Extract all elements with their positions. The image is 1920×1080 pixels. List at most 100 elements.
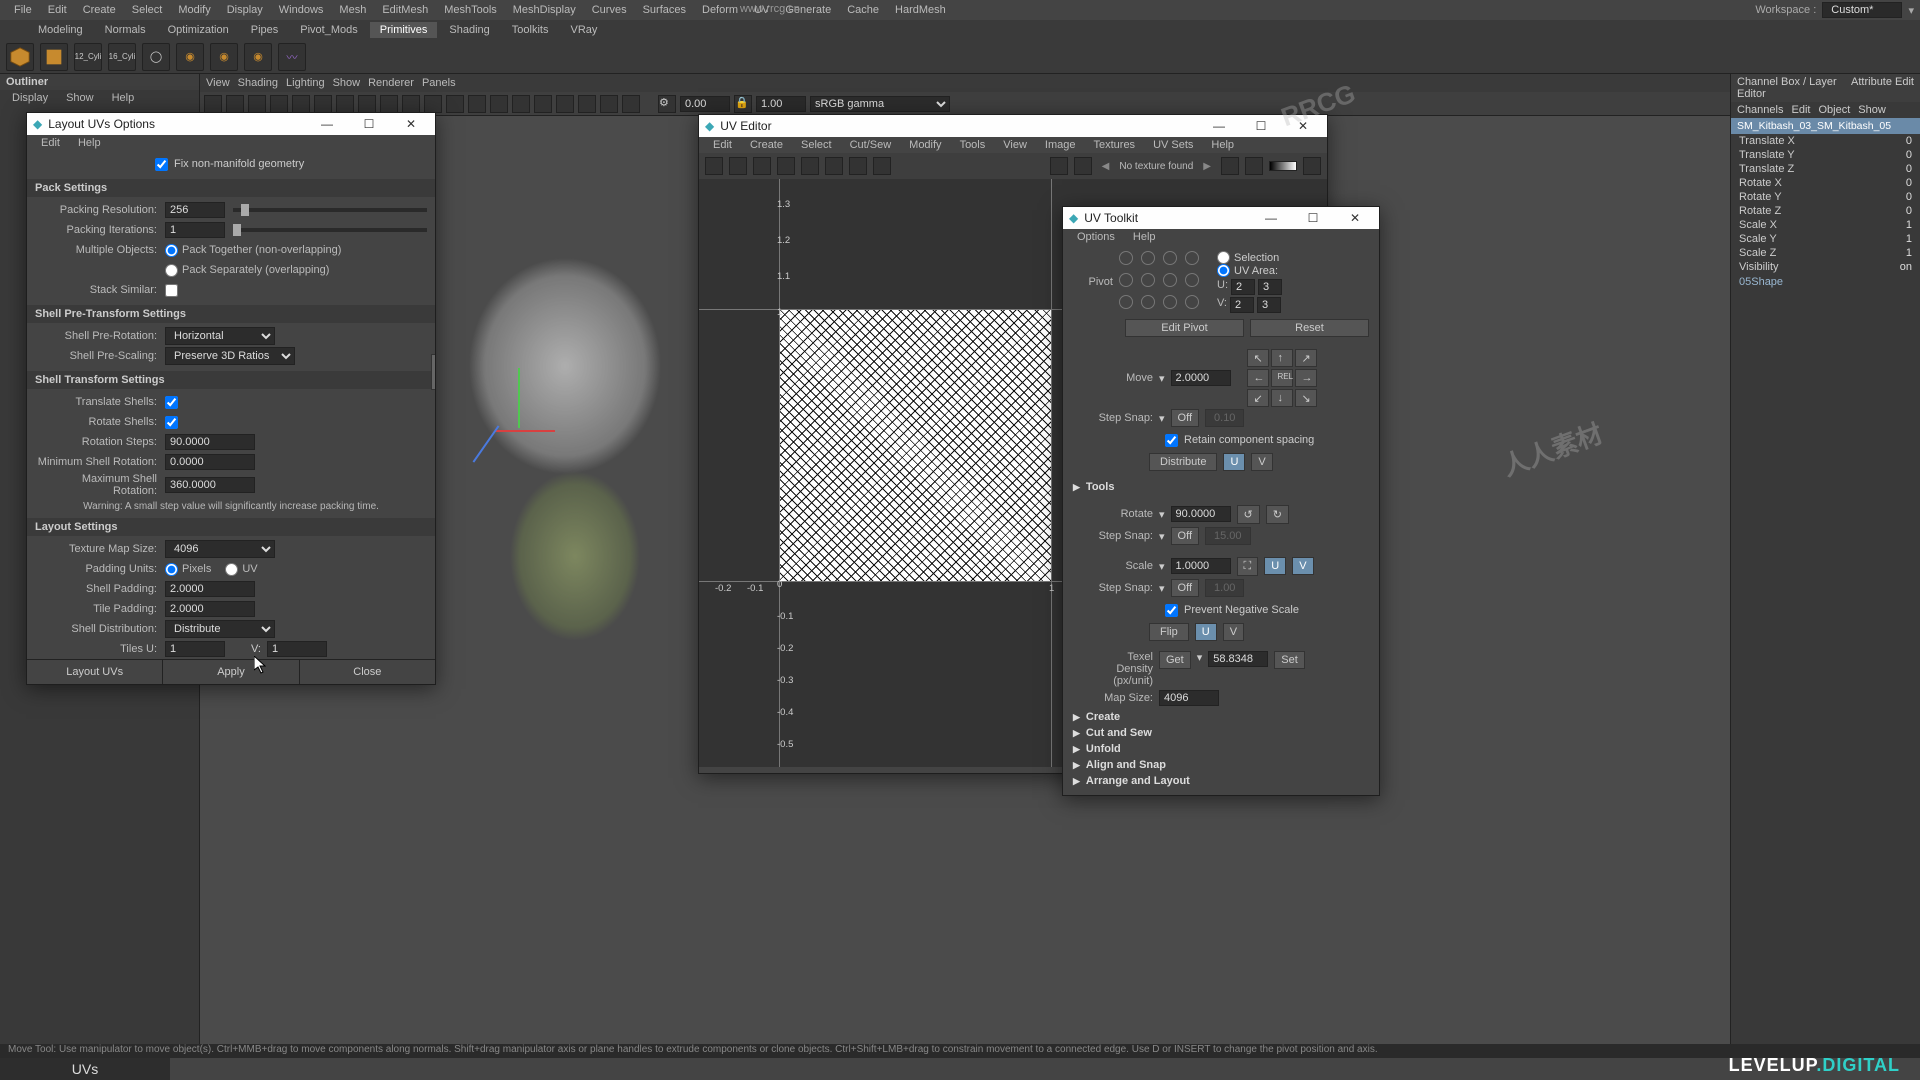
fix-nonmanifold-checkbox[interactable] <box>155 158 168 171</box>
move-se-button[interactable]: ↘ <box>1295 389 1317 407</box>
menu-meshtools[interactable]: MeshTools <box>436 4 505 16</box>
uv-menu-select[interactable]: Select <box>793 139 840 151</box>
attr-value[interactable]: 1 <box>1906 247 1912 259</box>
vp-tool-icon[interactable] <box>446 95 464 113</box>
close-button[interactable]: ✕ <box>1285 119 1321 133</box>
vp-tool-icon[interactable] <box>270 95 288 113</box>
scale-snap-off[interactable]: Off <box>1171 579 1199 597</box>
attr-value[interactable]: 1 <box>1906 233 1912 245</box>
distribute-u-button[interactable]: U <box>1223 453 1245 471</box>
sphere-a-icon[interactable]: ◯ <box>142 43 170 71</box>
min-shell-rot-input[interactable] <box>165 454 255 470</box>
move-e-button[interactable]: → <box>1295 369 1317 387</box>
menu-edit[interactable]: Edit <box>40 4 75 16</box>
step-snap-off[interactable]: Off <box>1171 409 1199 427</box>
close-button[interactable]: ✕ <box>1337 211 1373 225</box>
create-header[interactable]: Create <box>1086 711 1120 723</box>
chevron-down-icon[interactable]: ▾ <box>1159 412 1165 425</box>
max-shell-rot-input[interactable] <box>165 477 255 493</box>
uv-menu-uvsets[interactable]: UV Sets <box>1145 139 1201 151</box>
shelf-toolkits[interactable]: Toolkits <box>502 22 559 38</box>
expand-icon[interactable]: ▶ <box>1073 744 1080 755</box>
chevron-down-icon[interactable]: ▾ <box>1159 508 1165 521</box>
shell-dist-select[interactable]: Distribute <box>165 620 275 638</box>
attribute-editor-tab[interactable]: Attribute Edit <box>1851 76 1914 100</box>
uv-toolbar-icon[interactable] <box>777 157 795 175</box>
stack-similar-checkbox[interactable] <box>165 284 178 297</box>
menu-mesh[interactable]: Mesh <box>331 4 374 16</box>
rotate-value-input[interactable] <box>1171 506 1231 522</box>
shell-padding-input[interactable] <box>165 581 255 597</box>
vp-lock-icon[interactable]: 🔒 <box>734 95 752 113</box>
packing-iterations-input[interactable] <box>165 222 225 238</box>
uv-menu-image[interactable]: Image <box>1037 139 1084 151</box>
vp-tool-icon[interactable] <box>204 95 222 113</box>
minimize-button[interactable]: ― <box>1253 211 1289 225</box>
chevron-down-icon[interactable]: ▾ <box>1159 560 1165 573</box>
flip-u-button[interactable]: U <box>1195 623 1217 641</box>
packing-resolution-slider[interactable] <box>233 208 427 212</box>
uv-toolbar-icon[interactable] <box>753 157 771 175</box>
reset-button[interactable]: Reset <box>1250 319 1369 337</box>
uv-toolbar-icon[interactable] <box>825 157 843 175</box>
vp-menu-panels[interactable]: Panels <box>422 77 456 89</box>
menu-select[interactable]: Select <box>124 4 171 16</box>
distribute-v-button[interactable]: V <box>1251 453 1272 471</box>
close-button[interactable]: Close <box>300 660 435 684</box>
outliner-menu-help[interactable]: Help <box>104 92 143 104</box>
far-clip-input[interactable] <box>756 96 806 112</box>
translate-shells-checkbox[interactable] <box>165 396 178 409</box>
outliner-menu-display[interactable]: Display <box>4 92 56 104</box>
shelf-vray[interactable]: VRay <box>560 22 607 38</box>
maximize-button[interactable]: ☐ <box>1295 211 1331 225</box>
dlg-menu-edit[interactable]: Edit <box>33 137 68 149</box>
chevron-down-icon[interactable]: ▾ <box>1159 530 1165 543</box>
tile-padding-input[interactable] <box>165 601 255 617</box>
vp-menu-view[interactable]: View <box>206 77 230 89</box>
vp-tool-icon[interactable] <box>424 95 442 113</box>
vp-tool-icon[interactable] <box>578 95 596 113</box>
flip-button[interactable]: Flip <box>1149 623 1189 641</box>
rotate-ccw-button[interactable]: ↺ <box>1237 505 1260 524</box>
u-max-input[interactable] <box>1258 279 1282 295</box>
move-axis-x-icon[interactable] <box>495 430 555 432</box>
chevron-down-icon[interactable]: ▾ <box>1159 582 1165 595</box>
tiles-v-input[interactable] <box>267 641 327 657</box>
uv-menu-textures[interactable]: Textures <box>1085 139 1143 151</box>
layout-uvs-button[interactable]: Layout UVs <box>27 660 163 684</box>
chevron-down-icon[interactable]: ▾ <box>1159 372 1165 385</box>
cylinder-16-icon[interactable]: 16_Cyli <box>108 43 136 71</box>
vp-tool-icon[interactable] <box>402 95 420 113</box>
minimize-button[interactable]: ― <box>1201 119 1237 133</box>
vp-tool-icon[interactable] <box>292 95 310 113</box>
expand-icon[interactable]: ▶ <box>1073 712 1080 723</box>
cutsew-header[interactable]: Cut and Sew <box>1086 727 1152 739</box>
pivot-point[interactable] <box>1119 295 1133 309</box>
tk-menu-options[interactable]: Options <box>1069 231 1123 243</box>
v-max-input[interactable] <box>1257 297 1281 313</box>
pack-separately-radio[interactable] <box>165 264 178 277</box>
uv-checker-icon[interactable] <box>1050 157 1068 175</box>
padding-pixels-radio[interactable] <box>165 563 178 576</box>
vp-menu-renderer[interactable]: Renderer <box>368 77 414 89</box>
uvarea-radio[interactable] <box>1217 264 1230 277</box>
menu-hardmesh[interactable]: HardMesh <box>887 4 954 16</box>
move-axis-y-icon[interactable] <box>518 368 520 428</box>
u-val-input[interactable] <box>1231 279 1255 295</box>
pack-together-radio[interactable] <box>165 244 178 257</box>
pivot-point[interactable] <box>1119 251 1133 265</box>
vp-tool-icon[interactable] <box>248 95 266 113</box>
vp-tool-icon[interactable] <box>336 95 354 113</box>
mapsize-input[interactable] <box>1159 690 1219 706</box>
uv-toolbar-icon[interactable] <box>849 157 867 175</box>
vp-tool-icon[interactable] <box>468 95 486 113</box>
attr-value[interactable]: 0 <box>1906 149 1912 161</box>
uv-toolbar-icon[interactable] <box>1245 157 1263 175</box>
uv-menu-view[interactable]: View <box>995 139 1035 151</box>
vp-tool-icon[interactable] <box>534 95 552 113</box>
move-nw-button[interactable]: ↖ <box>1247 349 1269 367</box>
vp-tool-icon[interactable] <box>380 95 398 113</box>
color-space-select[interactable]: sRGB gamma <box>810 96 950 112</box>
expand-icon[interactable]: ▶ <box>1073 728 1080 739</box>
chbox-menu-channels[interactable]: Channels <box>1737 104 1783 116</box>
